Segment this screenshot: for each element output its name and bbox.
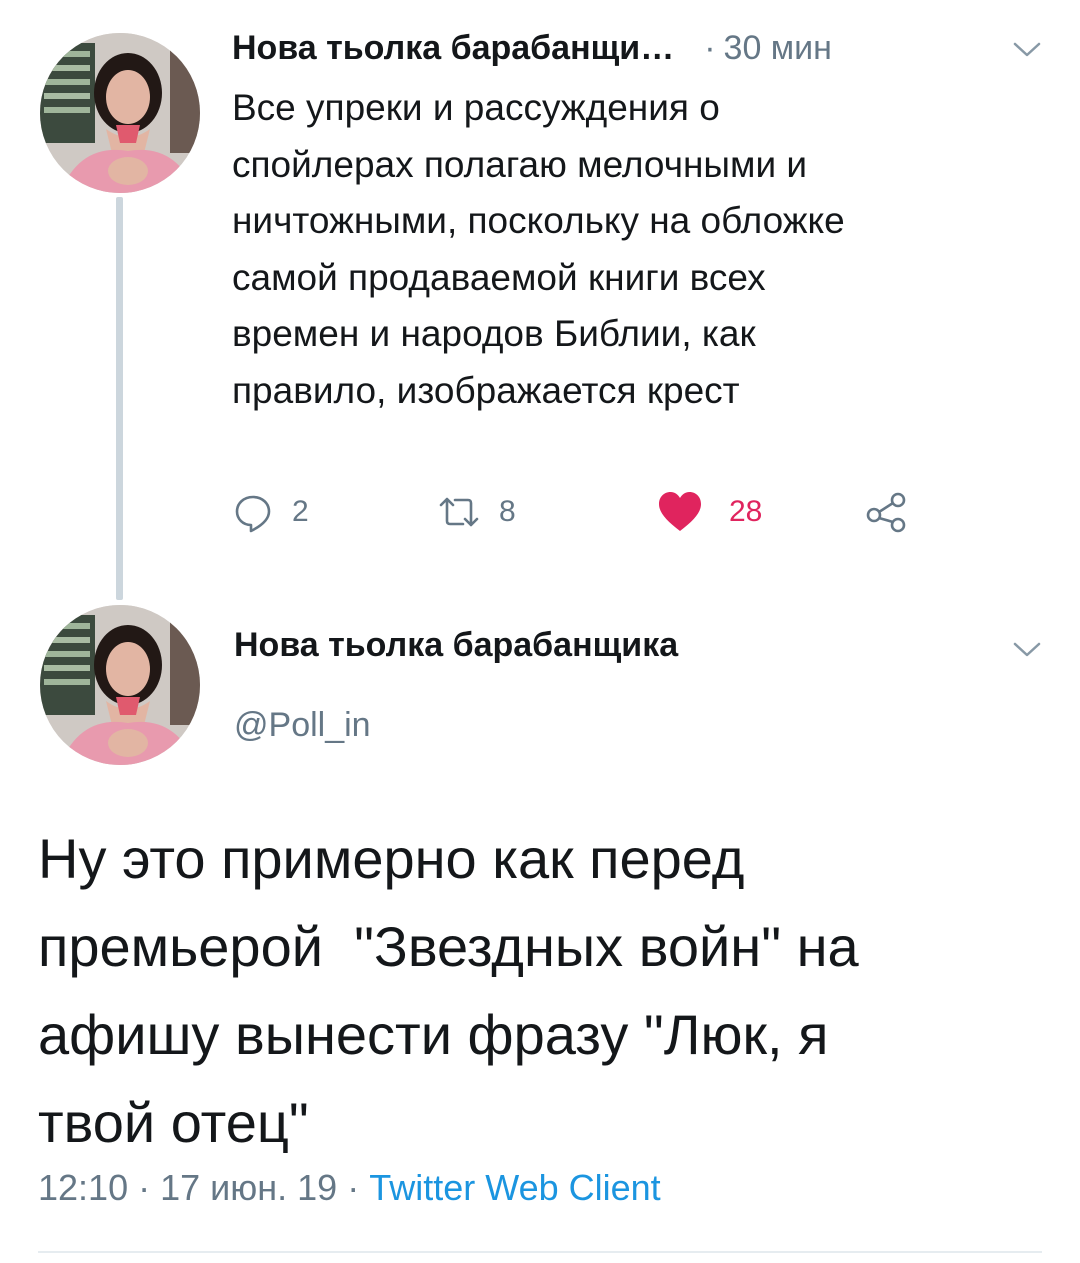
- tweet-actions-bar: 2 8 28: [232, 486, 932, 538]
- parent-tweet-line: спойлерах полагаю мелочными и: [232, 143, 808, 185]
- focused-tweet-meta: 12:10 · 17 июн. 19 · Twitter Web Client: [38, 1167, 661, 1209]
- focused-tweet-line: Ну это примерно как перед: [38, 827, 745, 890]
- parent-header-separator: ·: [704, 28, 716, 67]
- parent-tweet-line: ничтожными, поскольку на обложке: [232, 200, 845, 241]
- chevron-down-icon[interactable]: [1012, 640, 1042, 660]
- focused-author-name[interactable]: Нова тьолка барабанщика: [234, 626, 678, 665]
- meta-separator: ·: [347, 1167, 360, 1208]
- thread-connector-line: [116, 197, 123, 600]
- share-button[interactable]: [864, 486, 910, 538]
- parent-author-name-ellipsis: …: [640, 28, 675, 67]
- heart-icon: [659, 492, 701, 531]
- focused-tweet-line: твой отец": [38, 1091, 309, 1154]
- share-icon: [866, 492, 906, 533]
- reply-count: 2: [292, 495, 309, 528]
- like-button[interactable]: 28: [657, 486, 762, 538]
- tweet-date[interactable]: 17 июн. 19: [160, 1167, 337, 1208]
- divider: [38, 1251, 1042, 1253]
- parent-tweet-line: Все упреки и рассуждения о: [232, 87, 720, 128]
- tweet-time[interactable]: 12:10: [38, 1167, 128, 1208]
- retweet-count: 8: [499, 495, 516, 528]
- parent-tweet-line: самой продаваемой книги всех: [232, 256, 766, 298]
- avatar-photo: [40, 33, 200, 193]
- avatar-photo: [40, 605, 200, 765]
- focused-tweet-text: Ну это примерно как перед премьерой "Зве…: [38, 815, 1048, 1167]
- meta-separator: ·: [138, 1167, 151, 1208]
- parent-tweet-text: Все упреки и рассуждения о спойлерах пол…: [232, 80, 1032, 419]
- parent-tweet-line: правило, изображается крест: [232, 369, 740, 411]
- reply-icon: [235, 495, 271, 533]
- like-count: 28: [729, 495, 763, 528]
- tweet-client-link[interactable]: Twitter Web Client: [369, 1167, 660, 1208]
- retweet-button[interactable]: 8: [437, 486, 516, 538]
- author-avatar[interactable]: [40, 33, 200, 193]
- parent-tweet-header: Нова тьолка барабанщи… · 30 мин: [232, 24, 832, 72]
- parent-timestamp[interactable]: 30 мин: [724, 29, 832, 68]
- parent-tweet-line: времен и народов Библии, как: [232, 313, 756, 354]
- retweet-icon: [439, 497, 479, 527]
- focused-tweet-line: афишу вынести фразу "Люк, я: [38, 1003, 829, 1066]
- focused-author-handle[interactable]: @Poll_in: [234, 706, 371, 745]
- parent-author-name[interactable]: Нова тьолка барабанщи: [232, 29, 640, 68]
- author-avatar[interactable]: [40, 605, 200, 765]
- chevron-down-icon[interactable]: [1012, 40, 1042, 60]
- reply-button[interactable]: 2: [232, 486, 309, 538]
- focused-tweet-line: премьерой "Звездных войн" на: [38, 915, 859, 978]
